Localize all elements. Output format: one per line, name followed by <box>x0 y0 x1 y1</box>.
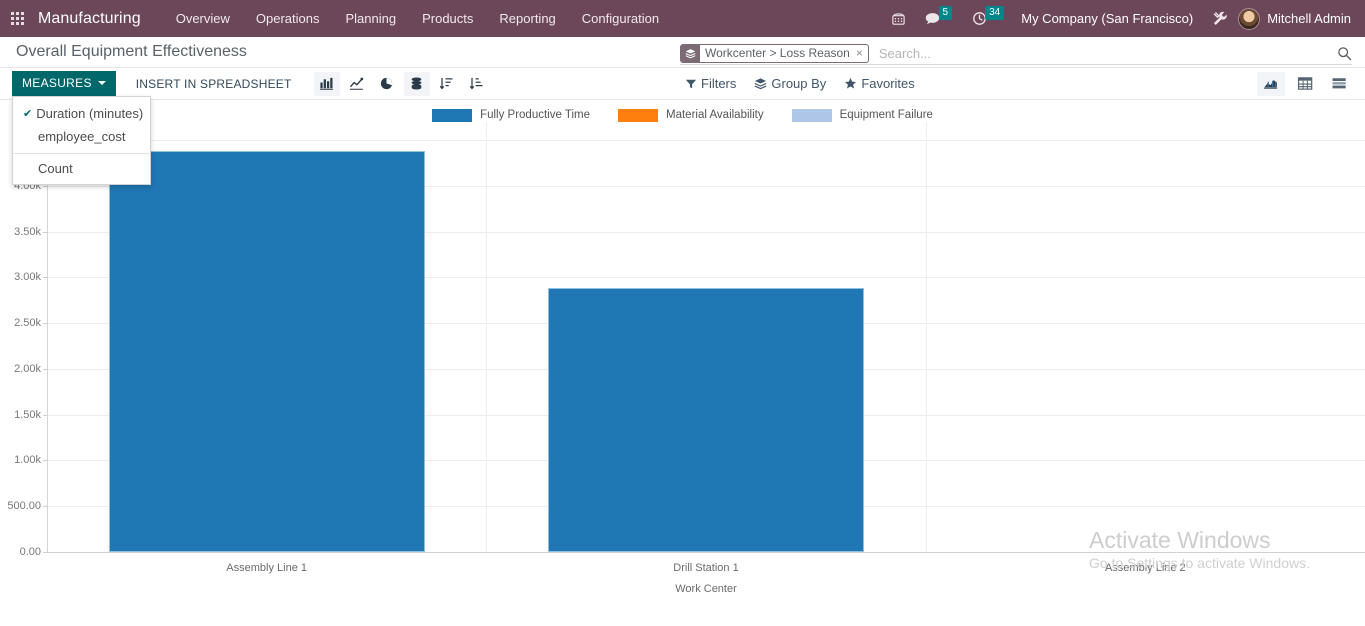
activities-clock-icon[interactable]: 34 <box>963 0 1015 37</box>
gridline <box>47 140 1365 141</box>
sort-descending-icon[interactable] <box>434 72 460 96</box>
x-axis-title: Work Center <box>675 583 737 595</box>
search-facet-groupby[interactable]: Workcenter > Loss Reason × <box>680 44 869 63</box>
nav-item-products[interactable]: Products <box>409 0 486 37</box>
chart-bar[interactable] <box>109 151 425 552</box>
y-axis-tick-label: 1.00k <box>0 454 41 466</box>
navbar-systray: 5 34 My Company (San Francisco) Mitchell… <box>882 0 1365 37</box>
nav-item-operations[interactable]: Operations <box>243 0 333 37</box>
line-chart-icon[interactable] <box>344 72 370 96</box>
x-axis-line <box>47 552 1365 553</box>
measure-item-count[interactable]: Count <box>13 157 150 180</box>
y-tick-mark <box>43 186 48 187</box>
measures-button-label: MEASURES <box>22 76 92 90</box>
nav-item-overview[interactable]: Overview <box>163 0 243 37</box>
activities-badge: 34 <box>985 6 1004 20</box>
measures-menu: ✔ Duration (minutes) employee_cost Count <box>12 96 151 185</box>
messages-icon[interactable]: 5 <box>915 0 964 37</box>
phone-icon[interactable] <box>882 0 915 37</box>
y-axis-tick-label: 3.00k <box>0 271 41 283</box>
apps-grid-icon <box>11 12 24 25</box>
measure-item-label: Count <box>38 161 73 176</box>
bar-chart-icon[interactable] <box>314 72 340 96</box>
filters-dropdown[interactable]: Filters <box>685 76 736 91</box>
y-tick-mark <box>43 460 48 461</box>
measure-item-employee-cost[interactable]: employee_cost <box>13 125 150 148</box>
y-axis-tick-label: 0.00 <box>0 546 41 558</box>
search-view: Workcenter > Loss Reason × <box>680 42 1352 65</box>
search-input[interactable] <box>877 45 1331 62</box>
chart-bar[interactable] <box>548 288 864 552</box>
search-options: Filters Group By Favorites <box>685 76 915 91</box>
menu-divider <box>13 153 150 154</box>
x-axis-tick-label: Assembly Line 1 <box>226 562 307 574</box>
y-axis-tick-label: 1.50k <box>0 409 41 421</box>
y-axis-tick-label: 3.50k <box>0 226 41 238</box>
y-axis-tick-label: 500.00 <box>0 500 41 512</box>
y-tick-mark <box>43 323 48 324</box>
messages-badge: 5 <box>939 6 953 20</box>
measure-item-label: employee_cost <box>38 129 125 144</box>
control-panel-top: Overall Equipment Effectiveness Workcent… <box>0 37 1365 68</box>
search-facet-label: Workcenter > Loss Reason <box>700 45 854 62</box>
insert-in-spreadsheet-button[interactable]: INSERT IN SPREADSHEET <box>136 77 292 91</box>
y-axis-tick-label: 2.50k <box>0 317 41 329</box>
search-icon[interactable] <box>1331 46 1352 61</box>
company-selector[interactable]: My Company (San Francisco) <box>1015 11 1203 26</box>
avatar[interactable] <box>1238 8 1260 30</box>
list-view-icon[interactable] <box>1325 72 1353 96</box>
stacked-chart-icon[interactable] <box>404 72 430 96</box>
user-menu[interactable]: Mitchell Admin <box>1267 11 1355 26</box>
chevron-down-icon <box>98 81 106 85</box>
y-tick-mark <box>43 369 48 370</box>
group-by-layers-icon <box>681 45 700 62</box>
filters-label: Filters <box>701 76 736 91</box>
favorites-dropdown[interactable]: Favorites <box>844 76 914 91</box>
measure-item-label: Duration (minutes) <box>36 106 143 121</box>
y-axis-tick-label: 2.00k <box>0 363 41 375</box>
category-separator <box>486 122 487 552</box>
chart-type-toolbar <box>314 72 490 96</box>
nav-item-planning[interactable]: Planning <box>332 0 409 37</box>
control-panel-bottom: MEASURES ✔ Duration (minutes) employee_c… <box>0 68 1365 100</box>
chart-plot-area: 0.00 500.00 1.00k 1.50k 2.00k 2.50k 3.00k 3.50k… <box>0 100 1365 600</box>
category-separator <box>926 122 927 552</box>
nav-item-reporting[interactable]: Reporting <box>486 0 568 37</box>
measures-dropdown: MEASURES ✔ Duration (minutes) employee_c… <box>12 71 116 96</box>
x-axis-tick-label: Drill Station 1 <box>673 562 738 574</box>
page-title: Overall Equipment Effectiveness <box>0 43 247 61</box>
top-navbar: Manufacturing Overview Operations Planni… <box>0 0 1365 37</box>
apps-menu-icon[interactable] <box>0 0 34 37</box>
graph-view-icon[interactable] <box>1257 72 1285 96</box>
wrench-tools-icon[interactable] <box>1203 0 1238 37</box>
favorites-label: Favorites <box>861 76 914 91</box>
check-icon: ✔ <box>23 107 32 120</box>
pie-chart-icon[interactable] <box>374 72 400 96</box>
app-brand-manufacturing[interactable]: Manufacturing <box>34 10 163 28</box>
measure-item-duration[interactable]: ✔ Duration (minutes) <box>13 102 150 125</box>
y-tick-mark <box>43 277 48 278</box>
groupby-label: Group By <box>771 76 826 91</box>
y-tick-mark <box>43 415 48 416</box>
close-icon[interactable]: × <box>854 45 868 62</box>
measures-button[interactable]: MEASURES <box>12 71 116 96</box>
graph-view: Fully Productive TimeMaterial Availabili… <box>0 100 1365 600</box>
x-axis-tick-label: Assembly Line 2 <box>1105 562 1186 574</box>
view-switcher <box>1257 72 1353 96</box>
y-tick-mark <box>43 232 48 233</box>
y-tick-mark <box>43 506 48 507</box>
nav-item-configuration[interactable]: Configuration <box>569 0 672 37</box>
pivot-view-icon[interactable] <box>1291 72 1319 96</box>
groupby-dropdown[interactable]: Group By <box>754 76 826 91</box>
sort-ascending-icon[interactable] <box>464 72 490 96</box>
